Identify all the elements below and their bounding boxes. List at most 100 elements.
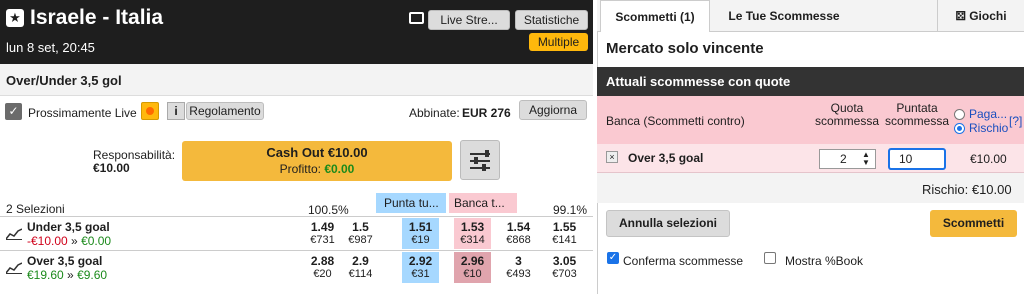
favorite-star-icon[interactable]: ★ (6, 9, 24, 27)
pl-projected: €0.00 (81, 234, 112, 248)
lay-bets-title: Banca (Scommetti contro) (606, 114, 745, 128)
price-cell[interactable]: 1.55 €141 (546, 218, 583, 249)
aggiorna-button[interactable]: Aggiorna (519, 100, 587, 120)
multiple-button[interactable]: Multiple (529, 33, 588, 51)
event-date: lun 8 set, 20:45 (6, 40, 95, 55)
sliders-icon[interactable] (460, 140, 500, 180)
regolamento-button[interactable]: Regolamento (186, 102, 264, 120)
pl-arrow: » (67, 268, 74, 282)
runner-name: Over 3,5 goal (27, 254, 103, 268)
market-name: Over/Under 3,5 gol (6, 73, 122, 88)
runner-row: Under 3,5 goal -€10.00 » €0.00 1.49 €731 … (0, 216, 593, 250)
runner-name: Under 3,5 goal (27, 220, 110, 234)
live-stream-button[interactable]: Live Stre... (428, 10, 510, 30)
profitto-value: €0.00 (324, 162, 355, 176)
price: 1.49 (310, 220, 335, 234)
price: 2.96 (460, 254, 485, 268)
banca-header: Banca t... (449, 193, 517, 213)
size: €493 (506, 268, 531, 280)
best-back-cell[interactable]: 2.92 €31 (402, 252, 439, 283)
runner-pl: -€10.00 » €0.00 (27, 234, 111, 248)
giochi-label: Giochi (969, 9, 1007, 23)
conferma-label: Conferma scommesse (623, 254, 744, 268)
price-cell[interactable]: 1.49 €731 (304, 218, 341, 249)
price: 2.9 (352, 254, 369, 268)
live-dot-icon (146, 107, 154, 115)
chart-icon[interactable] (6, 228, 22, 240)
profitto-label: Profitto: (279, 162, 321, 176)
runner-row: Over 3,5 goal €19.60 » €9.60 2.88 €20 2.9… (0, 250, 593, 284)
runner-pl: €19.60 » €9.60 (27, 268, 107, 282)
cash-out-button[interactable]: Cash Out €10.00 Profitto: €0.00 (182, 141, 452, 181)
abbinate-value: EUR 276 (462, 106, 511, 120)
price: 2.92 (408, 254, 433, 268)
current-bets-bar: Attuali scommesse con quote (597, 67, 1024, 96)
bet-liability: €10.00 (970, 152, 1007, 166)
price-cell[interactable]: 2.88 €20 (304, 252, 341, 283)
chart-icon[interactable] (6, 262, 22, 274)
size: €10 (463, 268, 482, 280)
info-icon[interactable]: i (167, 102, 185, 120)
annulla-selezioni-button[interactable]: Annulla selezioni (606, 210, 730, 237)
pl-current: -€10.00 (27, 234, 68, 248)
price: 1.51 (408, 220, 433, 234)
statistiche-button[interactable]: Statistiche (515, 10, 588, 30)
size: €987 (348, 234, 373, 246)
rischio-radio-dot (957, 126, 962, 131)
price: 1.54 (506, 220, 531, 234)
lay-book-percent: 99.1% (553, 203, 588, 217)
size: €868 (506, 234, 531, 246)
mostra-book-checkbox[interactable] (764, 252, 776, 264)
paga-label[interactable]: Paga... (969, 107, 1007, 121)
selezioni-count: 2 Selezioni (6, 202, 65, 216)
price-cell[interactable]: 3 €493 (500, 252, 537, 283)
puntata-header: Puntata scommessa (884, 101, 949, 128)
best-lay-cell[interactable]: 1.53 €314 (454, 218, 491, 249)
stake-input[interactable]: 10 (888, 148, 946, 170)
price-cell[interactable]: 2.9 €114 (342, 252, 379, 283)
size: €114 (348, 268, 373, 280)
quota-header: Quota scommessa (814, 101, 879, 128)
tab-le-tue-scommesse[interactable]: Le Tue Scommesse (714, 0, 854, 32)
bet-selection-name: Over 3,5 goal (628, 151, 704, 165)
help-link[interactable]: [?] (1009, 114, 1022, 128)
conferma-checkbox[interactable]: ✓ (607, 252, 619, 264)
cash-out-profit: Profitto: €0.00 (182, 162, 452, 176)
size: €703 (552, 268, 577, 280)
responsabilita-value: €10.00 (93, 161, 130, 175)
prossimamente-live-label: Prossimamente Live (28, 106, 137, 120)
cash-out-label: Cash Out €10.00 (266, 145, 368, 160)
price-cell[interactable]: 3.05 €703 (546, 252, 583, 283)
giochi-button[interactable]: ⚄ Giochi (937, 0, 1024, 32)
best-back-cell[interactable]: 1.51 €19 (402, 218, 439, 249)
price: 3 (515, 254, 522, 268)
size: €19 (411, 234, 430, 246)
prossimamente-live-checkbox[interactable]: ✓ (5, 103, 22, 120)
pl-current: €19.60 (27, 268, 64, 282)
close-icon[interactable]: × (606, 151, 618, 163)
rischio-label[interactable]: Rischio (969, 121, 1008, 135)
tab-scommetti[interactable]: Scommetti (1) (600, 0, 710, 32)
tv-icon (409, 12, 424, 24)
size: €731 (310, 234, 335, 246)
best-lay-cell-selected[interactable]: 2.96 €10 (454, 252, 491, 283)
price: 3.05 (552, 254, 577, 268)
price-cell[interactable]: 1.5 €987 (342, 218, 379, 249)
paga-radio[interactable] (954, 109, 965, 120)
responsabilita-label: Responsabilità: (93, 148, 176, 162)
event-title: Israele - Italia (30, 6, 164, 29)
back-book-percent: 100.5% (308, 203, 349, 217)
scommetti-button[interactable]: Scommetti (930, 210, 1017, 237)
price-cell[interactable]: 1.54 €868 (500, 218, 537, 249)
price: 2.88 (310, 254, 335, 268)
mostra-book-label: Mostra %Book (785, 254, 864, 268)
market-title: Mercato solo vincente (606, 40, 764, 57)
size: €31 (411, 268, 430, 280)
size: €314 (460, 234, 485, 246)
rischio-total: Rischio: €10.00 (922, 182, 1012, 197)
punta-header: Punta tu... (376, 193, 446, 213)
price: 1.53 (460, 220, 485, 234)
dice-icon: ⚄ (955, 9, 966, 23)
odds-stepper-icon[interactable]: ▲ ▼ (862, 151, 870, 167)
price: 1.5 (352, 220, 369, 234)
